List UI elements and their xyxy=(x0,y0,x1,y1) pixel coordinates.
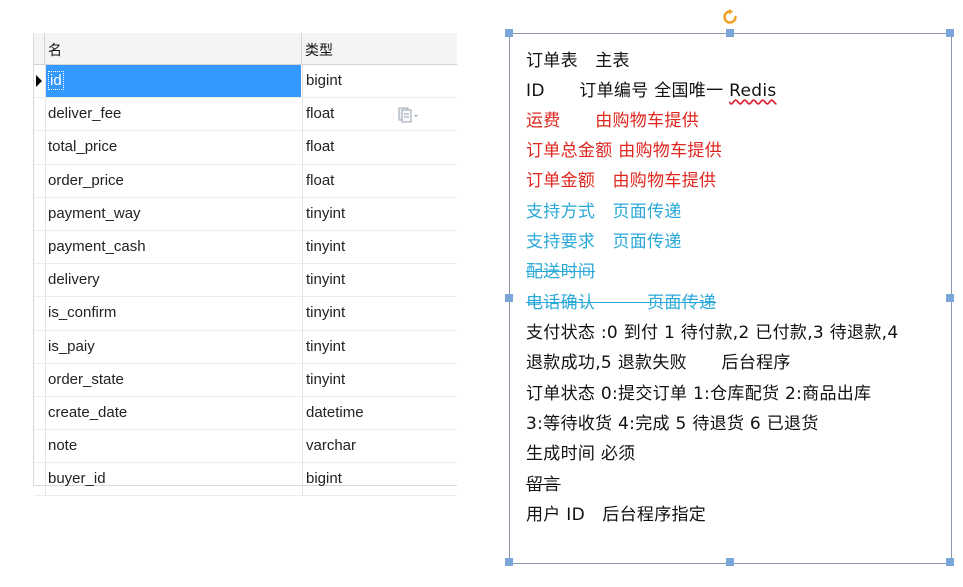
field-name-cell[interactable]: buyer_id xyxy=(45,463,301,496)
field-type-cell[interactable]: bigint xyxy=(302,65,457,98)
field-name-cell[interactable]: order_state xyxy=(45,363,301,396)
field-type-cell[interactable]: tinyint xyxy=(302,230,457,264)
field-name-cell[interactable]: delivery xyxy=(45,264,301,297)
table-row[interactable]: deliver_fee float xyxy=(34,98,457,132)
row-gutter xyxy=(34,264,44,296)
resize-handle-bottom-right[interactable] xyxy=(946,558,954,566)
note-line-delivery: 配送时间 xyxy=(526,262,596,282)
note-line-payment-way: 支持方式 页面传递 xyxy=(526,202,682,222)
resize-handle-top-left[interactable] xyxy=(505,29,513,37)
field-type-cell[interactable]: tinyint xyxy=(302,297,457,330)
field-type-cell[interactable]: float xyxy=(302,98,457,131)
note-line-payment-cash: 支持要求 页面传递 xyxy=(526,232,682,252)
table-row[interactable]: order_price float xyxy=(34,164,457,198)
table-row[interactable]: id bigint xyxy=(34,65,457,99)
note-line-create-date: 生成时间 必须 xyxy=(526,444,636,464)
resize-handle-bottom-left[interactable] xyxy=(505,558,513,566)
table-row[interactable]: delivery tinyint xyxy=(34,264,457,298)
copy-icon[interactable] xyxy=(397,106,419,124)
table-row[interactable]: is_paiy tinyint xyxy=(34,330,457,364)
row-gutter xyxy=(34,297,44,329)
row-gutter xyxy=(34,198,44,230)
table-row[interactable]: order_state tinyint xyxy=(34,363,457,397)
field-name-cell[interactable]: is_paiy xyxy=(45,330,301,363)
field-name-cell[interactable]: note xyxy=(45,430,301,463)
grid-header: 名 类型 xyxy=(34,33,457,65)
note-id-text: ID 订单编号 全国唯一 xyxy=(526,81,730,101)
note-line-deliver-fee: 运费 由购物车提供 xyxy=(526,111,699,131)
resize-handle-left[interactable] xyxy=(505,294,513,302)
field-name-cell[interactable]: deliver_fee xyxy=(45,98,301,131)
row-gutter xyxy=(34,331,44,363)
resize-handle-top-right[interactable] xyxy=(946,29,954,37)
row-gutter xyxy=(34,98,44,130)
note-confirm-gap xyxy=(595,293,647,313)
header-gutter xyxy=(44,33,45,64)
field-name-cell[interactable]: payment_cash xyxy=(45,230,301,264)
field-name-cell[interactable]: total_price xyxy=(45,131,301,164)
field-name-cell[interactable]: id xyxy=(45,65,301,98)
field-name-cell[interactable]: create_date xyxy=(45,396,301,430)
note-line-note: 留言 xyxy=(526,475,561,495)
row-gutter xyxy=(34,397,44,429)
table-row[interactable]: payment_way tinyint xyxy=(34,197,457,231)
note-line-pay-state: 支付状态 :0 到付 1 待付款,2 已付款,3 待退款,4 xyxy=(526,323,899,343)
row-pointer-icon xyxy=(36,75,42,87)
field-type-cell[interactable]: tinyint xyxy=(302,264,457,297)
note-confirm-label: 电话确认 xyxy=(526,293,596,313)
row-gutter xyxy=(34,231,44,263)
note-line-confirm: 电话确认 页面传递 xyxy=(526,288,716,313)
field-type-cell[interactable]: tinyint xyxy=(302,330,457,363)
note-line-order-state-cont: 3:等待收货 4:完成 5 待退货 6 已退货 xyxy=(526,414,819,434)
table-row[interactable]: buyer_id bigint xyxy=(34,463,457,497)
table-structure-grid: 名 类型 id bigint deliver_fee float total_p… xyxy=(33,33,457,497)
field-type-cell[interactable]: bigint xyxy=(302,463,457,496)
row-gutter xyxy=(34,430,44,462)
field-name: id xyxy=(48,71,64,90)
table-row[interactable]: is_confirm tinyint xyxy=(34,297,457,331)
note-line-total-price: 订单总金额 由购物车提供 xyxy=(526,141,723,161)
row-gutter xyxy=(34,364,44,396)
row-gutter xyxy=(34,65,44,97)
field-type-cell[interactable]: float xyxy=(302,131,457,164)
table-row[interactable]: note varchar xyxy=(34,430,457,464)
note-line-order-price: 订单金额 由购物车提供 xyxy=(526,171,717,191)
row-gutter xyxy=(34,463,44,495)
note-line-id: ID 订单编号 全国唯一 Redis xyxy=(526,76,777,101)
field-type-cell[interactable]: float xyxy=(302,164,457,197)
row-gutter xyxy=(34,165,44,197)
resize-handle-right[interactable] xyxy=(946,294,954,302)
field-type-cell[interactable]: varchar xyxy=(302,430,457,463)
grid-body: id bigint deliver_fee float total_price … xyxy=(34,65,457,497)
note-line-order-state: 订单状态 0:提交订单 1:仓库配货 2:商品出库 xyxy=(526,384,872,404)
note-text-box[interactable]: 订单表 主表 ID 订单编号 全国唯一 Redis 运费 由购物车提供 订单总金… xyxy=(509,33,952,564)
header-separator xyxy=(301,33,302,64)
table-row[interactable]: total_price float xyxy=(34,131,457,165)
note-redis-text: Redis xyxy=(729,81,777,101)
field-type-cell[interactable]: tinyint xyxy=(302,363,457,396)
note-line-pay-state-cont: 退款成功,5 退款失败 后台程序 xyxy=(526,353,791,373)
table-row[interactable]: payment_cash tinyint xyxy=(34,230,457,265)
note-line-buyer: 用户 ID 后台程序指定 xyxy=(526,505,707,525)
field-type-cell[interactable]: datetime xyxy=(302,396,457,430)
column-header-type[interactable]: 类型 xyxy=(305,40,333,60)
resize-handle-bottom[interactable] xyxy=(726,558,734,566)
column-header-name[interactable]: 名 xyxy=(48,40,62,60)
note-line-table-title: 订单表 主表 xyxy=(526,51,630,71)
note-confirm-value: 页面传递 xyxy=(647,293,717,313)
resize-handle-top[interactable] xyxy=(726,29,734,37)
row-gutter xyxy=(34,131,44,163)
field-name-cell[interactable]: is_confirm xyxy=(45,297,301,330)
field-name-cell[interactable]: payment_way xyxy=(45,197,301,230)
field-type-cell[interactable]: tinyint xyxy=(302,197,457,230)
rotate-handle-icon[interactable] xyxy=(721,8,739,26)
table-row[interactable]: create_date datetime xyxy=(34,396,457,431)
field-name-cell[interactable]: order_price xyxy=(45,164,301,197)
